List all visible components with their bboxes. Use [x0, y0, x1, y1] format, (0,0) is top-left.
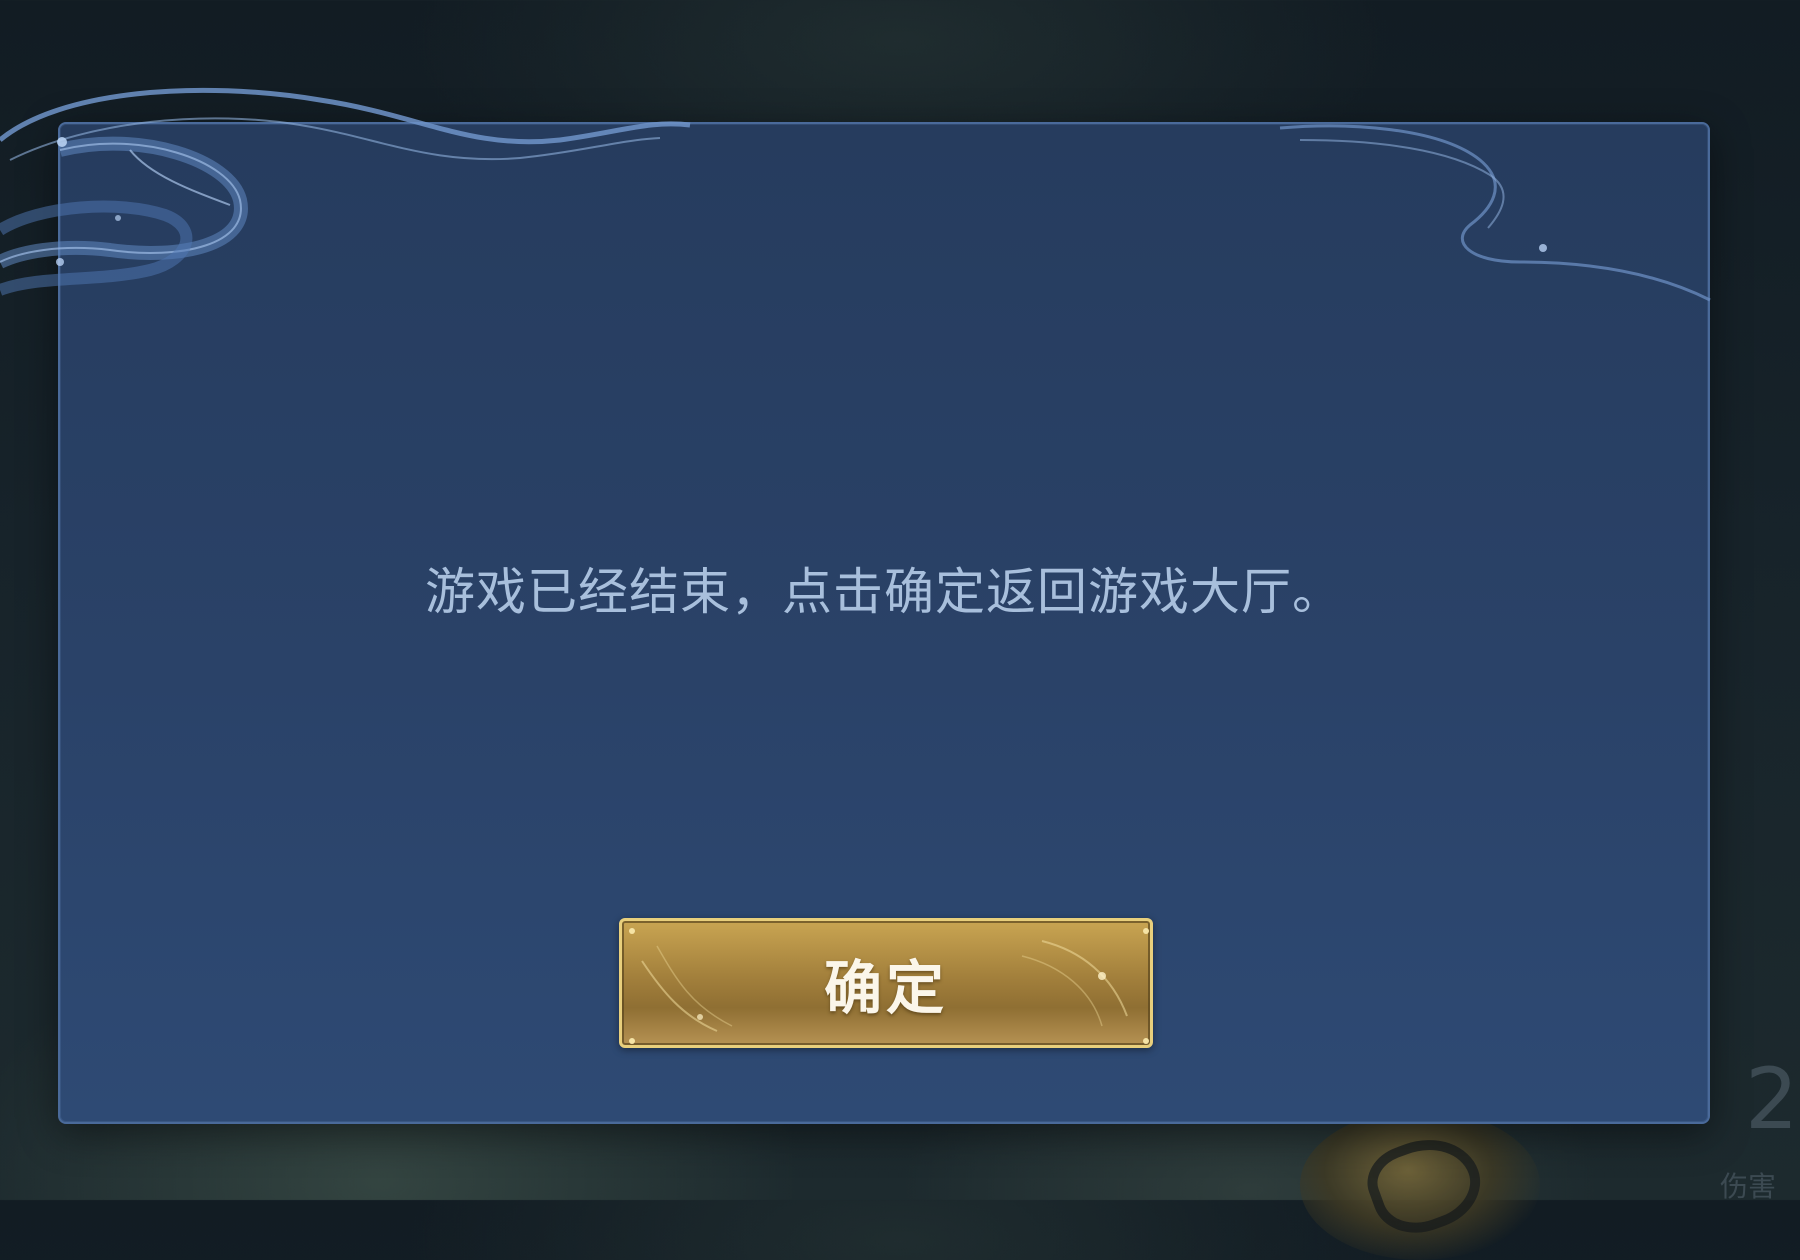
background-number: 2 — [1745, 1050, 1799, 1148]
game-over-message: 游戏已经结束，点击确定返回游戏大厅。 — [425, 563, 1343, 621]
confirm-button-label: 确定 — [823, 954, 948, 1022]
background-emblem — [1300, 1110, 1540, 1260]
background-caption: 伤害 — [1720, 1170, 1777, 1203]
confirm-button[interactable]: 确定 — [619, 918, 1153, 1048]
